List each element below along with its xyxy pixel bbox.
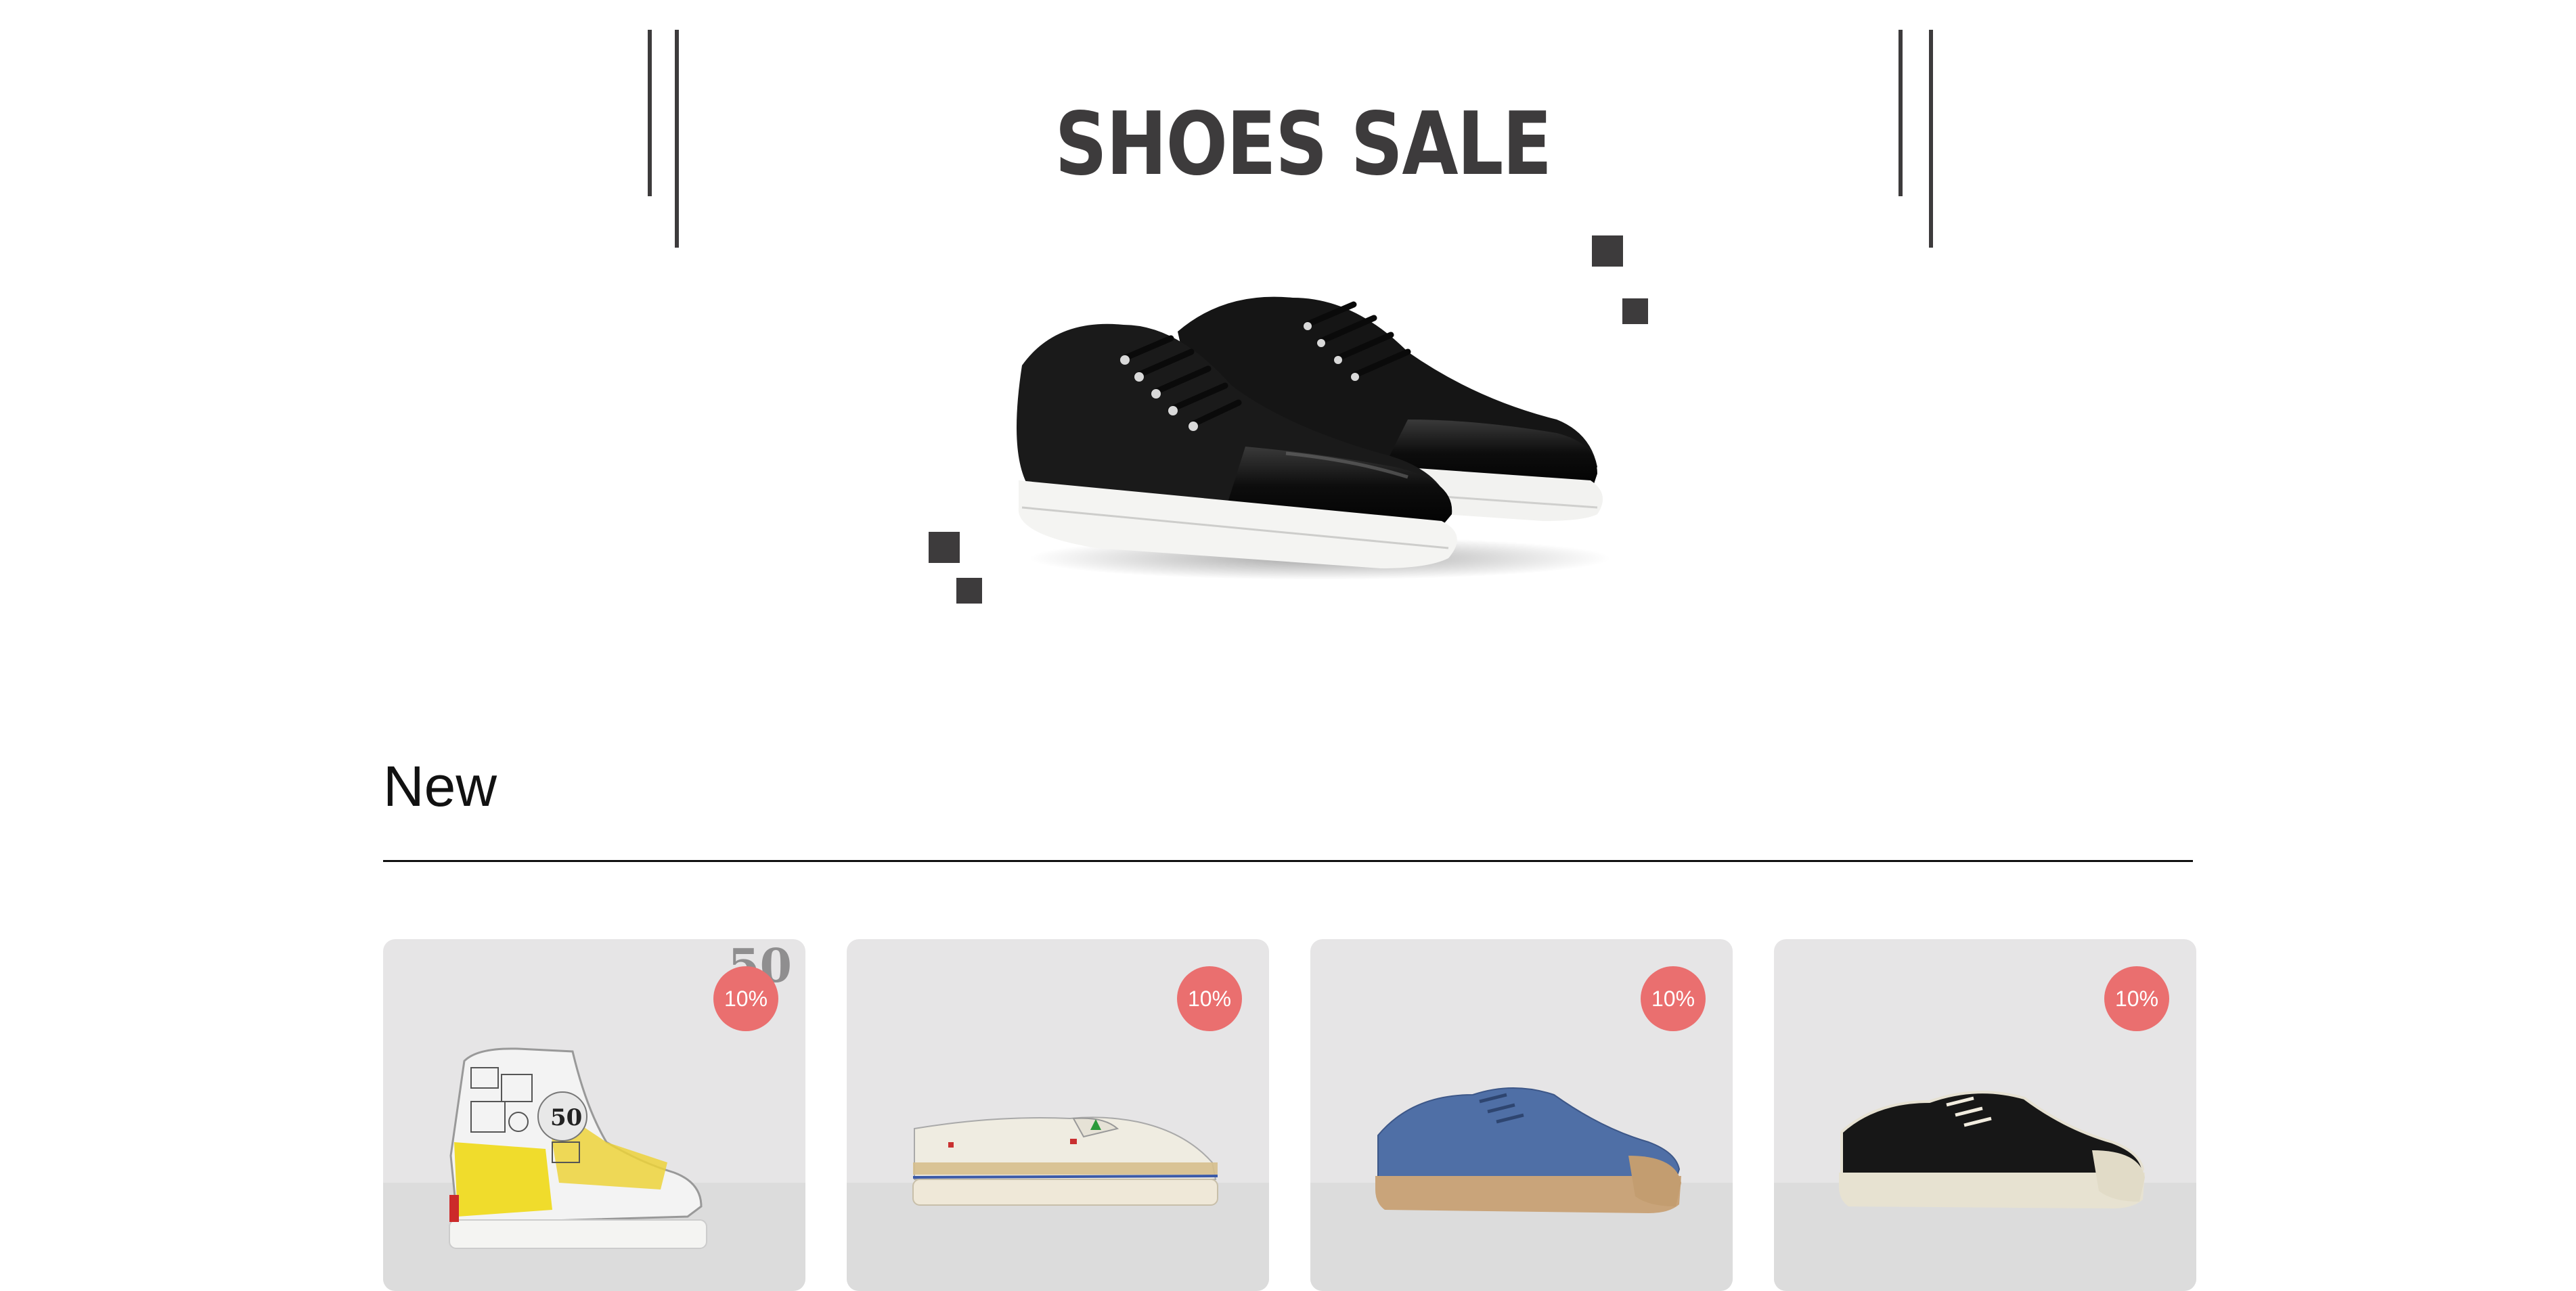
product-card[interactable]: 50 50 10% [383,939,805,1291]
hero-title: SHOES SALE [1054,94,1553,195]
decor-line [675,30,679,248]
decor-line [648,30,652,196]
product-card[interactable]: 10% [847,939,1269,1291]
discount-badge: 10% [713,966,778,1031]
decor-line [1898,30,1903,196]
discount-badge: 10% [1641,966,1706,1031]
svg-text:50: 50 [550,1104,582,1131]
decor-square [929,532,960,563]
product-card[interactable]: 10% [1774,939,2196,1291]
decor-line [1929,30,1933,248]
section-divider [383,860,2193,862]
discount-badge: 10% [2104,966,2169,1031]
hero-shoe-image [1017,296,1611,580]
decor-square [956,578,982,604]
section-title: New [383,754,497,818]
product-card[interactable]: 10% [1310,939,1733,1291]
hero-banner: SHOES SALE [0,0,2576,677]
discount-badge: 10% [1177,966,1242,1031]
